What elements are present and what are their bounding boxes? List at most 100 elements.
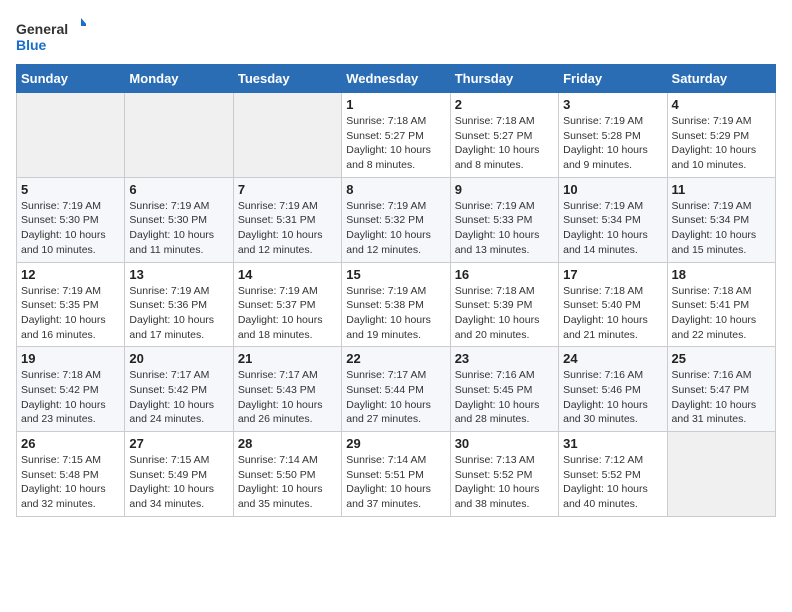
calendar-cell: 11 Sunrise: 7:19 AM Sunset: 5:34 PM Dayli… (667, 177, 775, 262)
day-number: 31 (563, 436, 662, 451)
calendar-cell: 13 Sunrise: 7:19 AM Sunset: 5:36 PM Dayli… (125, 262, 233, 347)
day-number: 17 (563, 267, 662, 282)
day-info: Sunrise: 7:19 AM Sunset: 5:37 PM Dayligh… (238, 284, 337, 343)
calendar-cell: 10Sunrise: 7:19 AM Sunset: 5:34 PM Dayli… (559, 177, 667, 262)
calendar-week-4: 26 Sunrise: 7:15 AM Sunset: 5:48 PM Dayli… (17, 432, 776, 517)
day-number: 6 (129, 182, 228, 197)
day-number: 14 (238, 267, 337, 282)
logo-svg: General Blue (16, 16, 86, 56)
calendar-body: 1 Sunrise: 7:18 AM Sunset: 5:27 PM Daylig… (17, 93, 776, 517)
day-number: 8 (346, 182, 445, 197)
calendar-week-2: 12Sunrise: 7:19 AM Sunset: 5:35 PM Dayli… (17, 262, 776, 347)
weekday-header-sunday: Sunday (17, 65, 125, 93)
day-info: Sunrise: 7:19 AM Sunset: 5:30 PM Dayligh… (129, 199, 228, 258)
calendar-cell: 22 Sunrise: 7:17 AM Sunset: 5:44 PM Dayli… (342, 347, 450, 432)
day-info: Sunrise: 7:17 AM Sunset: 5:43 PM Dayligh… (238, 368, 337, 427)
day-info: Sunrise: 7:19 AM Sunset: 5:34 PM Dayligh… (672, 199, 771, 258)
day-info: Sunrise: 7:19 AM Sunset: 5:38 PM Dayligh… (346, 284, 445, 343)
day-number: 7 (238, 182, 337, 197)
calendar-cell: 19Sunrise: 7:18 AM Sunset: 5:42 PM Dayli… (17, 347, 125, 432)
day-info: Sunrise: 7:18 AM Sunset: 5:39 PM Dayligh… (455, 284, 554, 343)
calendar-cell: 1 Sunrise: 7:18 AM Sunset: 5:27 PM Daylig… (342, 93, 450, 178)
day-info: Sunrise: 7:19 AM Sunset: 5:32 PM Dayligh… (346, 199, 445, 258)
svg-text:General: General (16, 21, 68, 37)
day-info: Sunrise: 7:17 AM Sunset: 5:42 PM Dayligh… (129, 368, 228, 427)
calendar-cell (125, 93, 233, 178)
day-info: Sunrise: 7:15 AM Sunset: 5:48 PM Dayligh… (21, 453, 120, 512)
calendar-cell: 29Sunrise: 7:14 AM Sunset: 5:51 PM Dayli… (342, 432, 450, 517)
calendar-cell: 18Sunrise: 7:18 AM Sunset: 5:41 PM Dayli… (667, 262, 775, 347)
day-number: 11 (672, 182, 771, 197)
weekday-header-wednesday: Wednesday (342, 65, 450, 93)
day-info: Sunrise: 7:19 AM Sunset: 5:33 PM Dayligh… (455, 199, 554, 258)
day-info: Sunrise: 7:19 AM Sunset: 5:31 PM Dayligh… (238, 199, 337, 258)
day-info: Sunrise: 7:18 AM Sunset: 5:27 PM Dayligh… (346, 114, 445, 173)
calendar-cell: 3 Sunrise: 7:19 AM Sunset: 5:28 PM Daylig… (559, 93, 667, 178)
weekday-row: SundayMondayTuesdayWednesdayThursdayFrid… (17, 65, 776, 93)
day-info: Sunrise: 7:16 AM Sunset: 5:46 PM Dayligh… (563, 368, 662, 427)
calendar-cell (667, 432, 775, 517)
day-info: Sunrise: 7:19 AM Sunset: 5:34 PM Dayligh… (563, 199, 662, 258)
day-number: 12 (21, 267, 120, 282)
day-number: 28 (238, 436, 337, 451)
calendar-cell: 27 Sunrise: 7:15 AM Sunset: 5:49 PM Dayli… (125, 432, 233, 517)
weekday-header-thursday: Thursday (450, 65, 558, 93)
calendar-cell: 28 Sunrise: 7:14 AM Sunset: 5:50 PM Dayli… (233, 432, 341, 517)
day-number: 27 (129, 436, 228, 451)
calendar-table: SundayMondayTuesdayWednesdayThursdayFrid… (16, 64, 776, 517)
calendar-week-3: 19Sunrise: 7:18 AM Sunset: 5:42 PM Dayli… (17, 347, 776, 432)
calendar-cell: 12Sunrise: 7:19 AM Sunset: 5:35 PM Dayli… (17, 262, 125, 347)
day-info: Sunrise: 7:16 AM Sunset: 5:45 PM Dayligh… (455, 368, 554, 427)
calendar-cell: 24Sunrise: 7:16 AM Sunset: 5:46 PM Dayli… (559, 347, 667, 432)
calendar-cell: 15 Sunrise: 7:19 AM Sunset: 5:38 PM Dayli… (342, 262, 450, 347)
day-info: Sunrise: 7:18 AM Sunset: 5:40 PM Dayligh… (563, 284, 662, 343)
day-info: Sunrise: 7:16 AM Sunset: 5:47 PM Dayligh… (672, 368, 771, 427)
calendar-cell: 6 Sunrise: 7:19 AM Sunset: 5:30 PM Daylig… (125, 177, 233, 262)
day-info: Sunrise: 7:13 AM Sunset: 5:52 PM Dayligh… (455, 453, 554, 512)
day-number: 25 (672, 351, 771, 366)
calendar-cell: 14 Sunrise: 7:19 AM Sunset: 5:37 PM Dayli… (233, 262, 341, 347)
day-number: 2 (455, 97, 554, 112)
calendar-cell: 17 Sunrise: 7:18 AM Sunset: 5:40 PM Dayli… (559, 262, 667, 347)
calendar-cell: 21Sunrise: 7:17 AM Sunset: 5:43 PM Dayli… (233, 347, 341, 432)
day-number: 22 (346, 351, 445, 366)
day-info: Sunrise: 7:14 AM Sunset: 5:50 PM Dayligh… (238, 453, 337, 512)
day-info: Sunrise: 7:14 AM Sunset: 5:51 PM Dayligh… (346, 453, 445, 512)
calendar-cell: 9Sunrise: 7:19 AM Sunset: 5:33 PM Daylig… (450, 177, 558, 262)
calendar-week-1: 5Sunrise: 7:19 AM Sunset: 5:30 PM Daylig… (17, 177, 776, 262)
calendar-cell: 26 Sunrise: 7:15 AM Sunset: 5:48 PM Dayli… (17, 432, 125, 517)
day-info: Sunrise: 7:19 AM Sunset: 5:36 PM Dayligh… (129, 284, 228, 343)
day-number: 4 (672, 97, 771, 112)
day-info: Sunrise: 7:15 AM Sunset: 5:49 PM Dayligh… (129, 453, 228, 512)
day-number: 18 (672, 267, 771, 282)
calendar-cell: 2 Sunrise: 7:18 AM Sunset: 5:27 PM Daylig… (450, 93, 558, 178)
calendar-cell: 25 Sunrise: 7:16 AM Sunset: 5:47 PM Dayli… (667, 347, 775, 432)
weekday-header-friday: Friday (559, 65, 667, 93)
day-info: Sunrise: 7:19 AM Sunset: 5:28 PM Dayligh… (563, 114, 662, 173)
day-info: Sunrise: 7:19 AM Sunset: 5:29 PM Dayligh… (672, 114, 771, 173)
day-number: 23 (455, 351, 554, 366)
calendar-cell (17, 93, 125, 178)
day-number: 13 (129, 267, 228, 282)
day-number: 26 (21, 436, 120, 451)
svg-text:Blue: Blue (16, 37, 47, 53)
day-number: 16 (455, 267, 554, 282)
day-number: 15 (346, 267, 445, 282)
calendar-cell: 4 Sunrise: 7:19 AM Sunset: 5:29 PM Daylig… (667, 93, 775, 178)
calendar-header: SundayMondayTuesdayWednesdayThursdayFrid… (17, 65, 776, 93)
day-number: 1 (346, 97, 445, 112)
day-info: Sunrise: 7:18 AM Sunset: 5:42 PM Dayligh… (21, 368, 120, 427)
day-info: Sunrise: 7:19 AM Sunset: 5:30 PM Dayligh… (21, 199, 120, 258)
day-info: Sunrise: 7:12 AM Sunset: 5:52 PM Dayligh… (563, 453, 662, 512)
calendar-cell: 20 Sunrise: 7:17 AM Sunset: 5:42 PM Dayli… (125, 347, 233, 432)
calendar-cell: 8 Sunrise: 7:19 AM Sunset: 5:32 PM Daylig… (342, 177, 450, 262)
calendar-week-0: 1 Sunrise: 7:18 AM Sunset: 5:27 PM Daylig… (17, 93, 776, 178)
logo: General Blue (16, 16, 86, 56)
calendar-cell: 31 Sunrise: 7:12 AM Sunset: 5:52 PM Dayli… (559, 432, 667, 517)
day-info: Sunrise: 7:18 AM Sunset: 5:27 PM Dayligh… (455, 114, 554, 173)
page-header: General Blue (16, 16, 776, 56)
day-number: 3 (563, 97, 662, 112)
day-info: Sunrise: 7:17 AM Sunset: 5:44 PM Dayligh… (346, 368, 445, 427)
day-number: 30 (455, 436, 554, 451)
day-number: 20 (129, 351, 228, 366)
